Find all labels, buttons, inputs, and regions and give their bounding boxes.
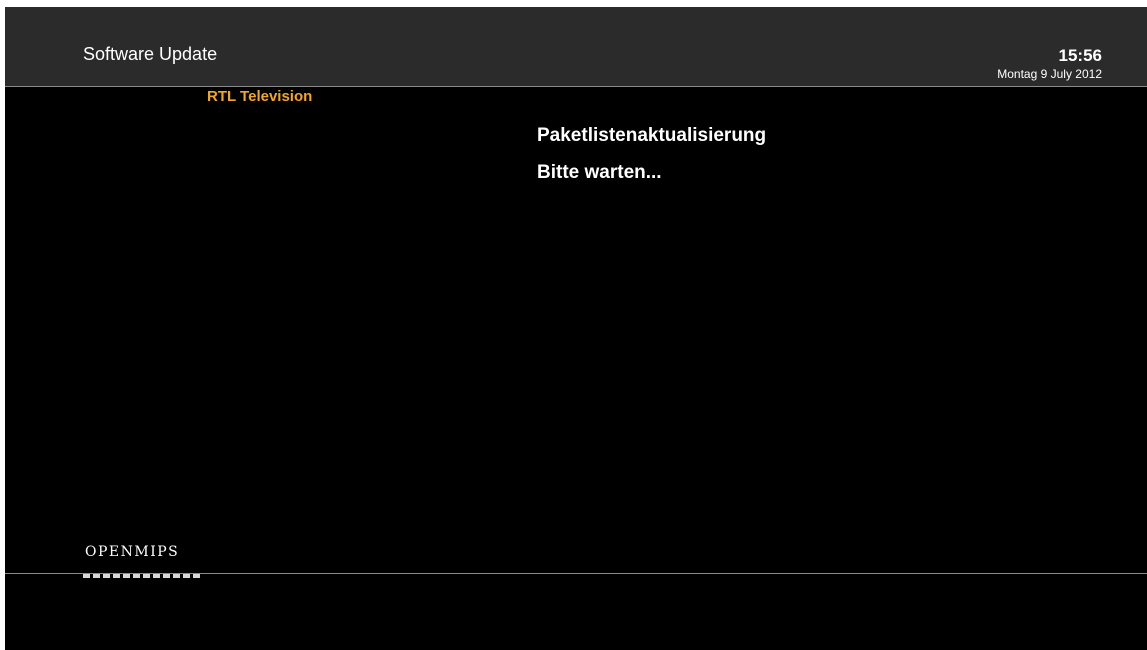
- header-bar: Software Update 15:56 Montag 9 July 2012: [5, 7, 1147, 87]
- screen-title: Software Update: [83, 44, 218, 64]
- footer-divider: [5, 573, 1147, 574]
- date: Montag 9 July 2012: [997, 67, 1102, 81]
- tv-screen: Software Update 15:56 Montag 9 July 2012…: [5, 7, 1147, 650]
- channel-name: RTL Television: [207, 88, 313, 105]
- status-title: Paketlistenaktualisierung: [537, 125, 767, 146]
- logo-underline: [83, 574, 201, 578]
- status-message: Bitte warten...: [537, 162, 662, 183]
- openmips-logo: OPENMIPS: [85, 544, 180, 560]
- clock: 15:56: [1058, 46, 1102, 65]
